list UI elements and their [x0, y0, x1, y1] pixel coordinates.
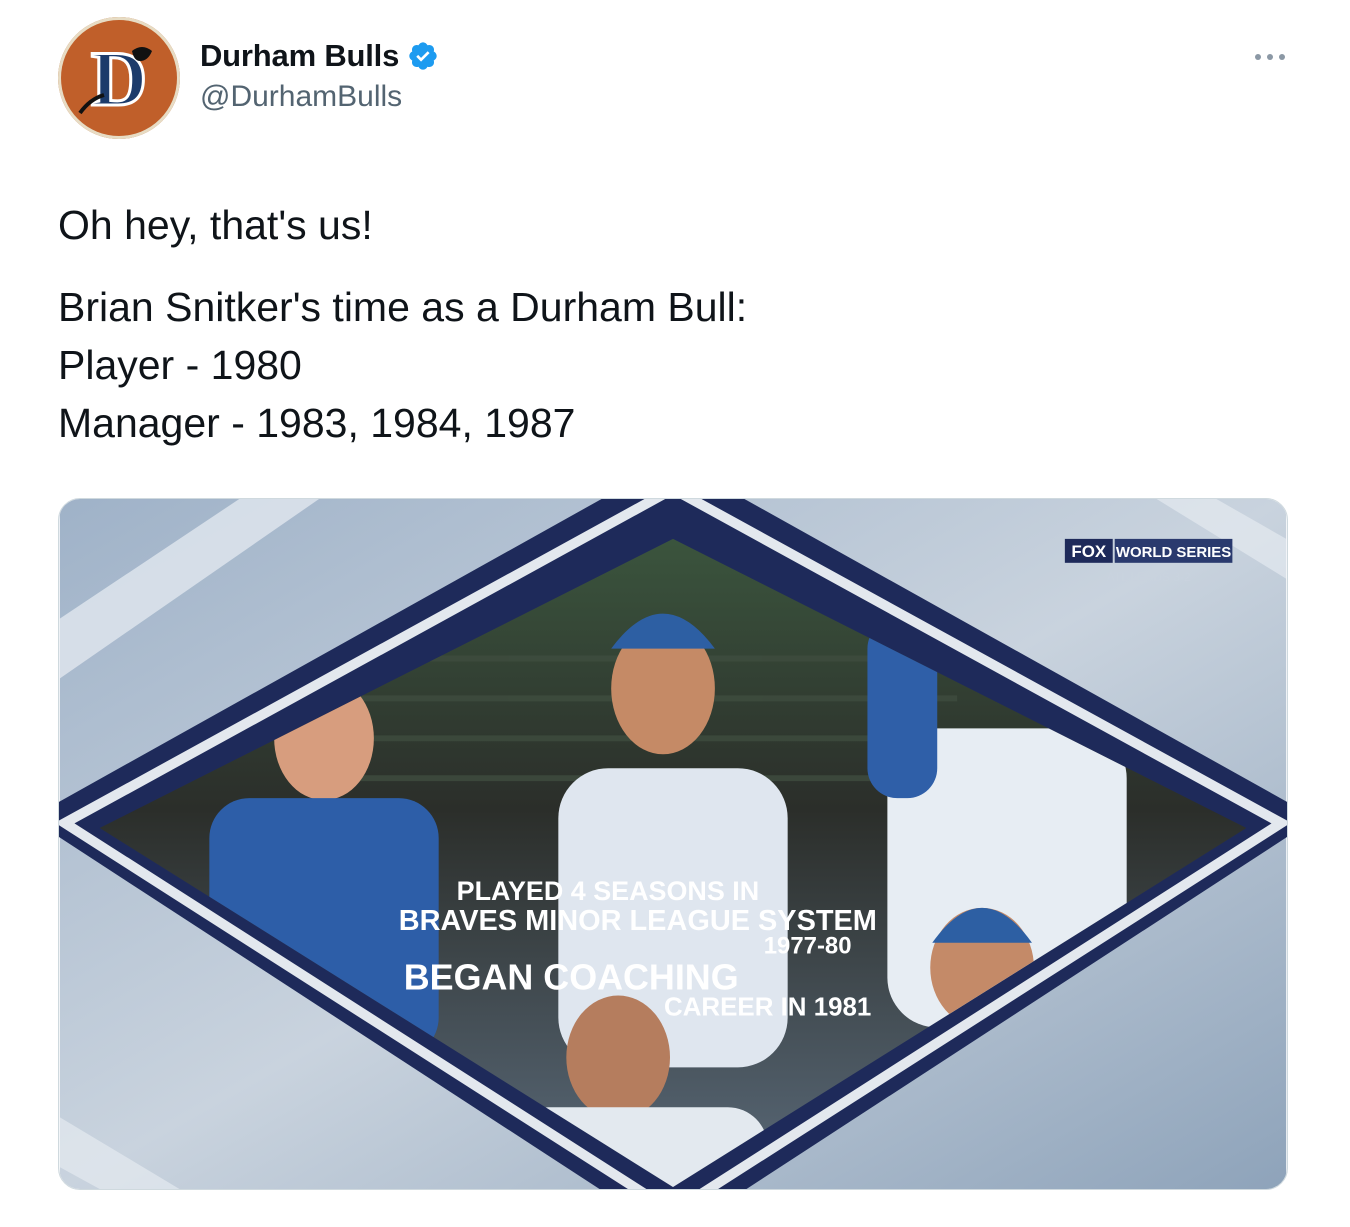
author-name-row[interactable]: Durham Bulls — [200, 38, 439, 74]
network-label: FOX — [1071, 542, 1107, 561]
tweet-media-image[interactable]: FOX WORLD SERIES ATL LEADS 3-2 PLAYED 4 … — [58, 498, 1288, 1190]
caption-line: CAREER IN 1981 — [664, 994, 871, 1022]
tweet-text: Oh hey, that's us! Brian Snitker's time … — [58, 196, 747, 452]
tweet-line: Oh hey, that's us! — [58, 202, 373, 248]
display-name[interactable]: Durham Bulls — [200, 38, 399, 74]
verified-badge-icon — [409, 42, 437, 70]
handle[interactable]: @DurhamBulls — [200, 80, 402, 114]
broadcast-graphic: FOX WORLD SERIES ATL LEADS 3-2 PLAYED 4 … — [59, 499, 1287, 1189]
avatar[interactable]: D — [58, 17, 180, 139]
more-options-icon[interactable] — [1250, 46, 1290, 68]
tweet-line: Player - 1980 — [58, 342, 302, 388]
caption-line: PLAYED 4 SEASONS IN — [457, 876, 760, 906]
caption-line: BEGAN COACHING — [404, 958, 739, 998]
durham-bulls-logo: D — [61, 20, 177, 136]
tweet-line: Manager - 1983, 1984, 1987 — [58, 400, 576, 446]
caption-years: 1977-80 — [764, 933, 852, 960]
series-label: WORLD SERIES — [1116, 544, 1231, 561]
score-note: ATL LEADS 3-2 — [1107, 570, 1191, 584]
tweet-line: Brian Snitker's time as a Durham Bull: — [58, 284, 748, 330]
